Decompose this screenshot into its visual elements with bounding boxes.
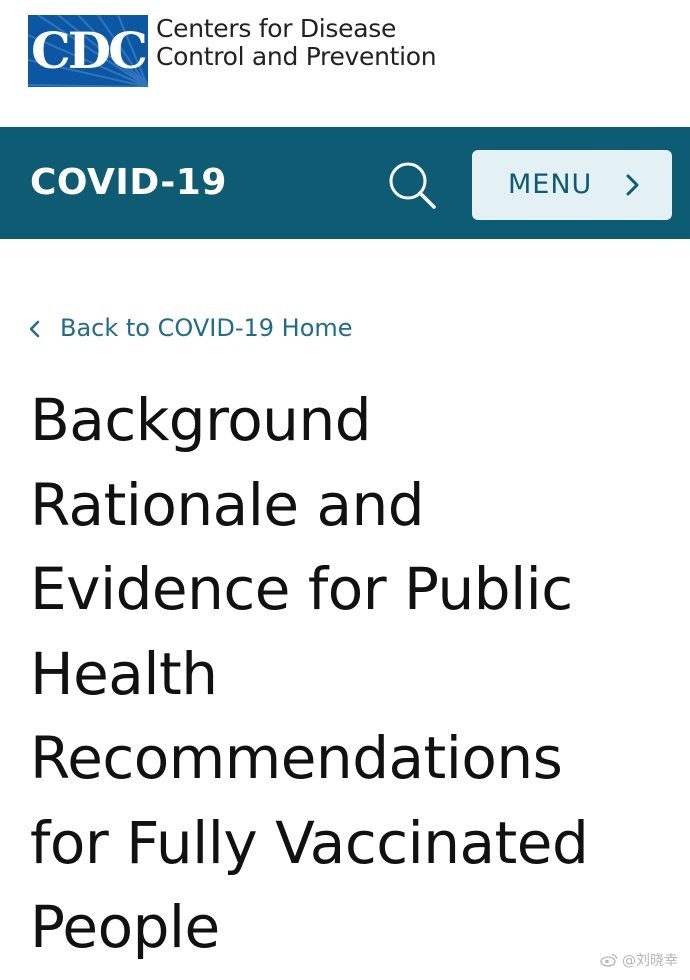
site-title[interactable]: COVID-19 <box>30 159 227 207</box>
watermark: @刘晓幸 <box>600 950 678 970</box>
watermark-text: @刘晓幸 <box>622 953 678 969</box>
page-title-line: Rationale and <box>30 470 425 539</box>
page-title-line: for Fully Vaccinated <box>30 808 589 877</box>
weibo-icon <box>600 953 618 967</box>
page-title-line: Background <box>30 386 372 454</box>
search-icon <box>389 162 436 209</box>
back-to-covid-home-link[interactable]: Back to COVID-19 Home <box>28 310 353 346</box>
agency-name-line-2: Control and Prevention <box>156 42 437 71</box>
search-button[interactable] <box>382 158 442 212</box>
chevron-left-icon <box>29 320 40 338</box>
back-link-label: Back to COVID-19 Home <box>60 314 353 342</box>
logo-letters: CDC <box>31 21 148 80</box>
menu-label: MENU <box>508 169 593 200</box>
logo-header: CDC Centers for Disease Control and Prev… <box>0 0 690 127</box>
nav-bar: COVID-19 MENU <box>0 127 690 239</box>
chevron-right-icon <box>626 174 639 196</box>
page-title-line: Evidence for Public <box>30 555 573 623</box>
page-title-line: People <box>30 893 220 961</box>
cdc-logo[interactable]: CDC <box>28 15 148 87</box>
page-title-line: Health <box>30 639 218 708</box>
menu-button[interactable]: MENU <box>472 150 672 220</box>
agency-name: Centers for Disease Control and Preventi… <box>156 15 476 71</box>
page-title-line: Recommendations <box>30 724 563 792</box>
agency-name-line-1: Centers for Disease <box>156 14 397 43</box>
page-title: Background Rationale and Evidence for Pu… <box>30 378 670 970</box>
